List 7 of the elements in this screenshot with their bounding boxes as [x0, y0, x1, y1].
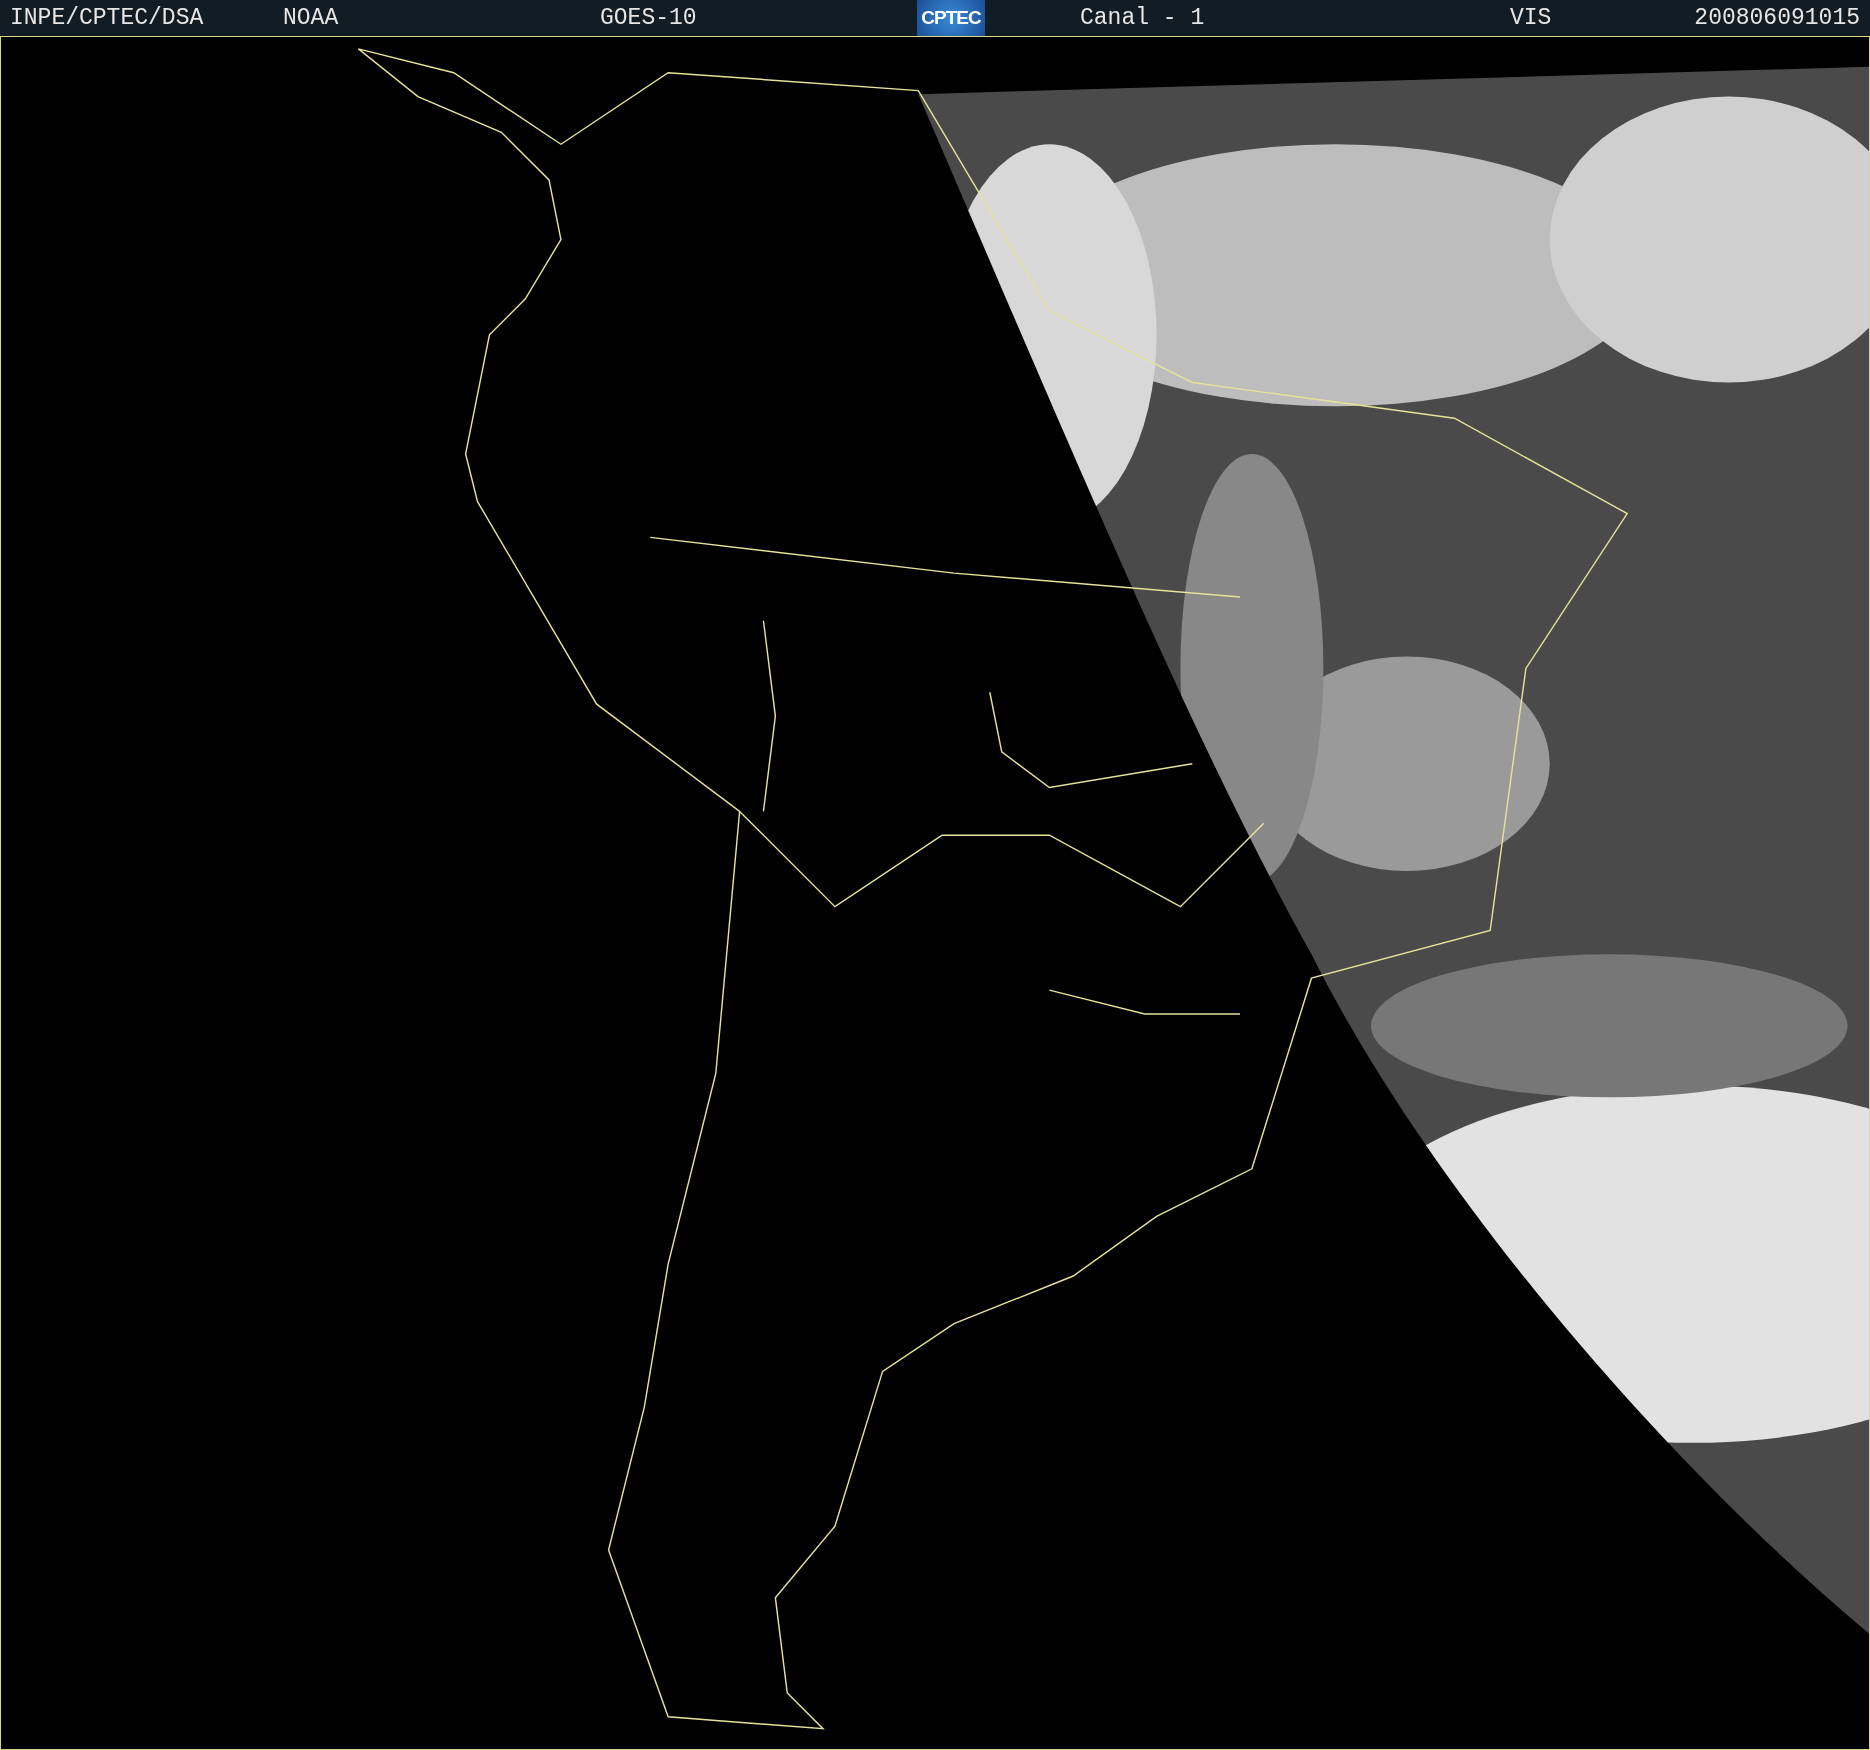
header-label: NOAA: [283, 5, 339, 31]
logo: CPTEC: [917, 0, 985, 36]
header-label: Canal - 1: [1080, 5, 1205, 31]
header-label: VIS: [1510, 5, 1552, 31]
header-label: 200806091015: [1694, 5, 1861, 31]
header-label: INPE/CPTEC/DSA: [10, 5, 204, 31]
header-label: GOES-10: [600, 5, 697, 31]
